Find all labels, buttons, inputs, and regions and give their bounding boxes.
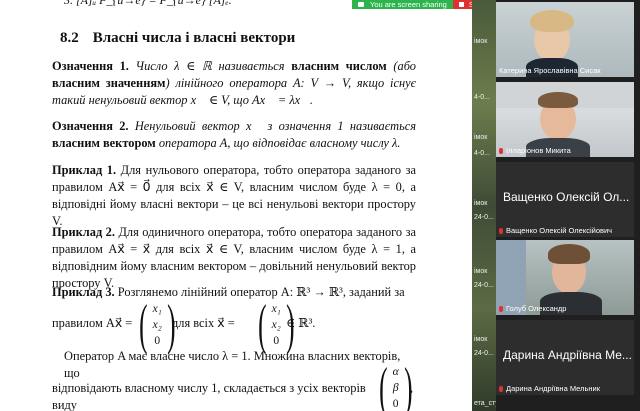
mic-muted-icon — [499, 306, 503, 313]
participant-tile[interactable]: Катерина Ярославівна Сисак — [496, 2, 634, 77]
participant-name: Ващенко Олексій Олексійович — [499, 226, 612, 235]
screen-sharing-status: You are screen sharing — [352, 0, 453, 9]
desktop-icon-label[interactable]: імок — [474, 200, 487, 207]
paragraph-eigen-line1: Оператор A має власне число λ = 1. Множи… — [64, 349, 401, 380]
desktop-icon-label[interactable]: 4-0... — [474, 94, 490, 101]
definition-1: Означення 1. Число λ ∈ ℝ називається вла… — [52, 59, 416, 107]
desktop-icon-label[interactable]: 4-0... — [474, 150, 490, 157]
participant-name: Голуб Олександр — [499, 304, 566, 313]
desktop-icon-label[interactable]: імок — [474, 336, 487, 343]
participant-video — [538, 92, 578, 108]
section-number: 8.2 — [60, 30, 79, 46]
example-3-rule: правилом Ax⃗ = — [52, 316, 133, 330]
participant-video — [530, 10, 574, 32]
paragraph-eigen-line2: відповідають власному числу 1, складаєть… — [52, 381, 366, 411]
example-3: Приклад 3. Розглянемо лінійний оператор … — [52, 285, 405, 299]
definition-2: Означення 2. Ненульовий вектор x⃗ з озна… — [52, 119, 416, 150]
mic-muted-icon — [499, 148, 503, 155]
example-3-forall: для всіх x⃗ = — [172, 316, 235, 330]
participant-tile[interactable]: Голуб Олександр — [496, 240, 634, 315]
participant-video — [548, 244, 590, 264]
section-heading: 8.2 Власні числа і власні вектори — [60, 30, 295, 47]
participant-name: Дарина Андріївна Мельник — [499, 384, 600, 393]
example-1: Приклад 1. Для нульового оператора, тобт… — [52, 163, 416, 228]
participant-name: Ілларіонов Микита — [499, 146, 571, 155]
desktop-icon-label[interactable]: 24-0... — [474, 350, 494, 357]
participant-display-name: Дарина Андріївна Ме... — [503, 348, 632, 362]
desktop-icon-label[interactable]: імок — [474, 268, 487, 275]
desktop-icon-label[interactable]: 24-0... — [474, 282, 494, 289]
mic-muted-icon — [499, 228, 503, 235]
paragraph-comma: , — [410, 381, 414, 395]
desktop-icon-label[interactable]: імок — [474, 38, 487, 45]
desktop-icon-label[interactable]: імок — [474, 134, 487, 141]
participant-name: Катерина Ярославівна Сисак — [499, 66, 601, 75]
participant-tile[interactable]: Дарина Андріївна Ме... Дарина Андріївна … — [496, 320, 634, 395]
example-3-space: ∈ ℝ³. — [286, 316, 316, 330]
example-2: Приклад 2. Для одиничного оператора, тоб… — [52, 225, 416, 290]
participant-tile[interactable]: Ілларіонов Микита — [496, 82, 634, 157]
top-formula: 3. [A]ᵤ P_{u→e} = P_{u→e} [A]ₑ. — [64, 0, 232, 7]
section-title: Власні числа і власні вектори — [92, 30, 296, 46]
desktop-icon-label[interactable]: 24-0... — [474, 214, 494, 221]
pdf-document: 3. [A]ᵤ P_{u→e} = P_{u→e} [A]ₑ. 8.2 Власн… — [0, 0, 472, 411]
participant-display-name: Ващенко Олексій Ол... — [503, 190, 630, 204]
participant-tile[interactable]: Ващенко Олексій Ол... Ващенко Олексій Ол… — [496, 162, 634, 237]
mic-muted-icon — [499, 386, 503, 393]
